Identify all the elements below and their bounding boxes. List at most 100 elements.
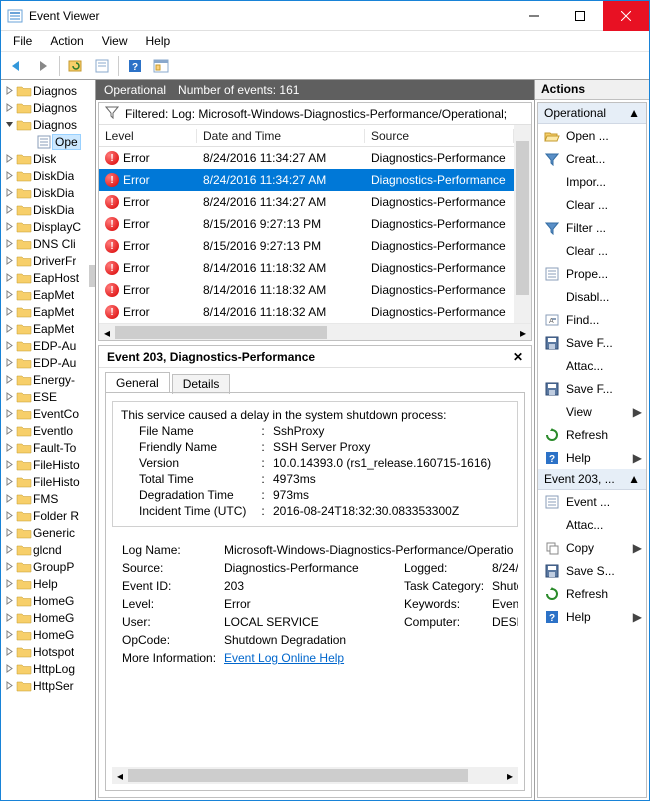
tree-item[interactable]: Ope [3, 133, 95, 150]
tree-item[interactable]: FileHisto [3, 456, 95, 473]
properties-toolbar-button[interactable] [90, 54, 114, 78]
chevron-right-icon[interactable] [3, 408, 15, 420]
actions-group-header[interactable]: Operational▲ [538, 103, 646, 124]
event-row[interactable]: !Error8/15/2016 9:27:13 PMDiagnostics-Pe… [99, 213, 514, 235]
action-item[interactable]: ?Help▶ [538, 605, 646, 628]
action-item[interactable]: Copy▶ [538, 536, 646, 559]
tree-item[interactable]: HttpSer [3, 677, 95, 694]
chevron-right-icon[interactable] [3, 255, 15, 267]
action-item[interactable]: Attac... [538, 513, 646, 536]
tree-item[interactable]: DiskDia [3, 167, 95, 184]
tree-item[interactable]: EventCo [3, 405, 95, 422]
scroll-right-arrow[interactable]: ▸ [502, 767, 518, 784]
chevron-right-icon[interactable] [3, 459, 15, 471]
tree-item[interactable]: EDP-Au [3, 354, 95, 371]
scrollbar-thumb[interactable] [516, 141, 529, 295]
sidebar[interactable]: DiagnosDiagnosDiagnosOpeDiskDiskDiaDiskD… [1, 80, 96, 800]
chevron-right-icon[interactable] [3, 272, 15, 284]
chevron-right-icon[interactable] [23, 136, 35, 148]
vertical-scrollbar[interactable] [514, 125, 531, 323]
forward-button[interactable] [31, 54, 55, 78]
chevron-right-icon[interactable] [3, 646, 15, 658]
action-item[interactable]: Filter ... [538, 216, 646, 239]
tree-item[interactable]: ESE [3, 388, 95, 405]
chevron-down-icon[interactable] [3, 119, 15, 131]
action-item[interactable]: Save S... [538, 559, 646, 582]
collapse-icon[interactable]: ▲ [628, 472, 640, 486]
action-item[interactable]: Creat... [538, 147, 646, 170]
tree-item[interactable]: Help [3, 575, 95, 592]
chevron-right-icon[interactable] [3, 221, 15, 233]
action-item[interactable]: AFind... [538, 308, 646, 331]
tree-item[interactable]: HomeG [3, 592, 95, 609]
chevron-right-icon[interactable] [3, 510, 15, 522]
event-row[interactable]: !Error8/15/2016 9:27:13 PMDiagnostics-Pe… [99, 235, 514, 257]
tree-item[interactable]: Diagnos [3, 82, 95, 99]
chevron-right-icon[interactable] [3, 595, 15, 607]
actions-group-header[interactable]: Event 203, ...▲ [538, 469, 646, 490]
maximize-button[interactable] [557, 1, 603, 31]
tab-details[interactable]: Details [172, 374, 231, 394]
action-item[interactable]: Clear ... [538, 193, 646, 216]
tree-item[interactable]: Energy- [3, 371, 95, 388]
chevron-right-icon[interactable] [3, 289, 15, 301]
chevron-right-icon[interactable] [3, 493, 15, 505]
tree-item[interactable]: HomeG [3, 609, 95, 626]
moreinfo-link[interactable]: Event Log Online Help [224, 651, 344, 665]
action-item[interactable]: Refresh [538, 423, 646, 446]
tree-item[interactable]: Folder R [3, 507, 95, 524]
tree-item[interactable]: DiskDia [3, 201, 95, 218]
chevron-right-icon[interactable] [3, 238, 15, 250]
chevron-right-icon[interactable] [3, 527, 15, 539]
menu-action[interactable]: Action [42, 32, 91, 50]
tree-item[interactable]: FileHisto [3, 473, 95, 490]
chevron-right-icon[interactable] [3, 187, 15, 199]
scrollbar-thumb[interactable] [115, 326, 327, 339]
action-item[interactable]: ?Help▶ [538, 446, 646, 469]
tree-item[interactable]: DiskDia [3, 184, 95, 201]
action-item[interactable]: Impor... [538, 170, 646, 193]
event-row[interactable]: !Error8/14/2016 11:18:32 AMDiagnostics-P… [99, 257, 514, 279]
tree-item[interactable]: EapMet [3, 320, 95, 337]
tree-item[interactable]: FMS [3, 490, 95, 507]
chevron-right-icon[interactable] [3, 323, 15, 335]
tree-item[interactable]: EapMet [3, 286, 95, 303]
action-item[interactable]: Event ... [538, 490, 646, 513]
tree-item[interactable]: HttpLog [3, 660, 95, 677]
tree-item[interactable]: Disk [3, 150, 95, 167]
events-grid[interactable]: Level Date and Time Source !Error8/24/20… [99, 125, 514, 323]
action-item[interactable]: Attac... [538, 354, 646, 377]
action-item[interactable]: Clear ... [538, 239, 646, 262]
chevron-right-icon[interactable] [3, 578, 15, 590]
action-item[interactable]: Prope... [538, 262, 646, 285]
menu-file[interactable]: File [5, 32, 40, 50]
chevron-right-icon[interactable] [3, 629, 15, 641]
chevron-right-icon[interactable] [3, 85, 15, 97]
chevron-right-icon[interactable] [3, 357, 15, 369]
event-row[interactable]: !Error8/24/2016 11:34:27 AMDiagnostics-P… [99, 169, 514, 191]
back-button[interactable] [5, 54, 29, 78]
scroll-left-arrow[interactable]: ◂ [99, 324, 115, 341]
tree-item[interactable]: glcnd [3, 541, 95, 558]
detail-horizontal-scrollbar[interactable]: ◂ ▸ [112, 767, 518, 784]
menu-help[interactable]: Help [138, 32, 179, 50]
event-row[interactable]: !Error8/14/2016 11:18:32 AMDiagnostics-P… [99, 279, 514, 301]
help-toolbar-button[interactable]: ? [123, 54, 147, 78]
action-item[interactable]: Disabl... [538, 285, 646, 308]
refresh-toolbar-button[interactable] [64, 54, 88, 78]
chevron-right-icon[interactable] [3, 306, 15, 318]
action-item[interactable]: View▶ [538, 400, 646, 423]
tree-item[interactable]: EDP-Au [3, 337, 95, 354]
chevron-right-icon[interactable] [3, 612, 15, 624]
chevron-right-icon[interactable] [3, 204, 15, 216]
chevron-right-icon[interactable] [3, 476, 15, 488]
chevron-right-icon[interactable] [3, 544, 15, 556]
action-item[interactable]: Refresh [538, 582, 646, 605]
event-row[interactable]: !Error8/24/2016 11:34:27 AMDiagnostics-P… [99, 147, 514, 169]
collapse-icon[interactable]: ▲ [628, 106, 640, 120]
chevron-right-icon[interactable] [3, 170, 15, 182]
grid-header[interactable]: Level Date and Time Source [99, 125, 514, 147]
close-button[interactable] [603, 1, 649, 31]
tree-item[interactable]: Hotspot [3, 643, 95, 660]
chevron-right-icon[interactable] [3, 425, 15, 437]
